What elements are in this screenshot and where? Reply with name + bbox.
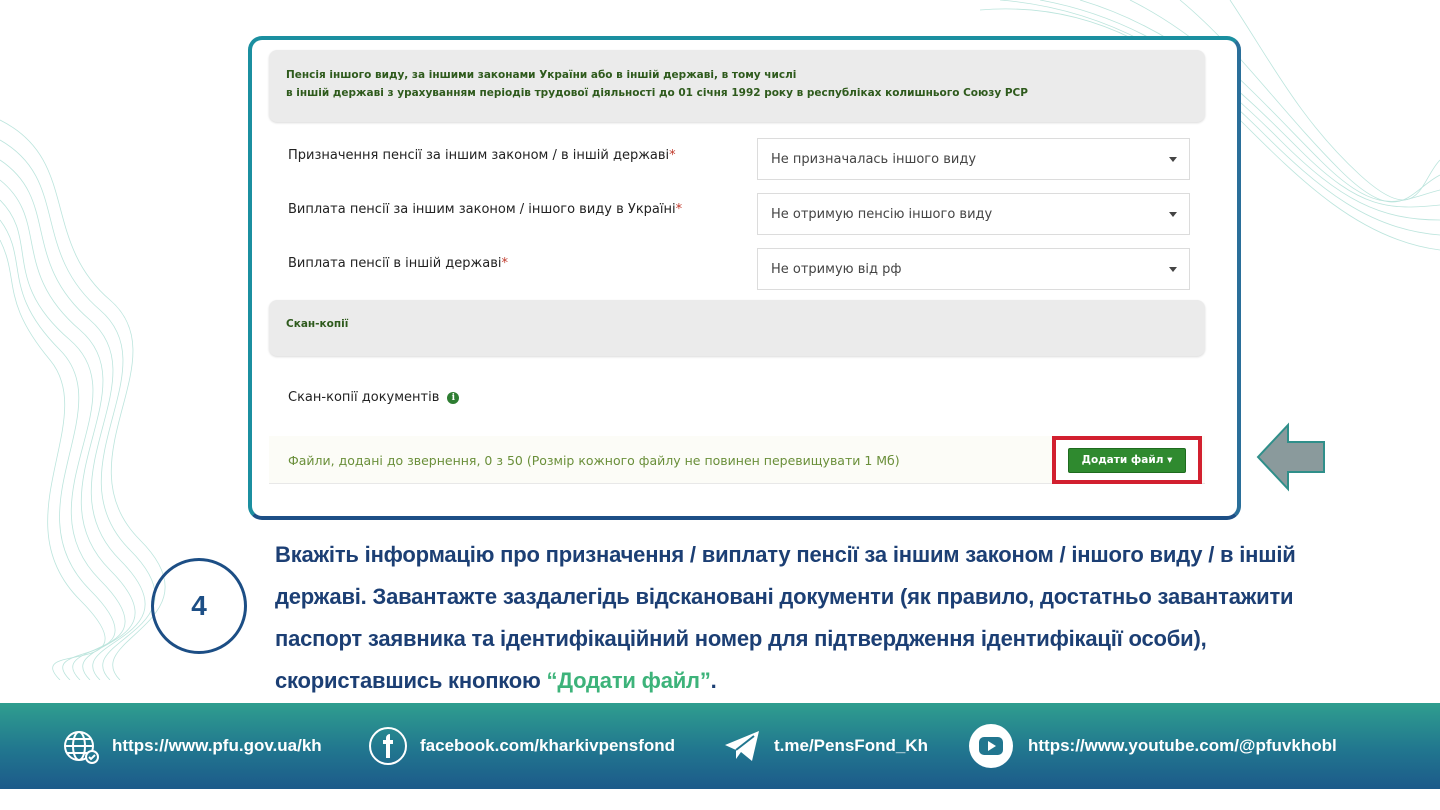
- pension-section-header: Пенсія іншого виду, за іншими законами У…: [269, 50, 1205, 122]
- footer-youtube-text: https://www.youtube.com/@pfuvkhobl: [1028, 736, 1337, 755]
- scan-docs-label: Скан-копії документів i: [288, 390, 460, 405]
- step-number: 4: [151, 558, 247, 654]
- caret-down-icon: [1169, 267, 1177, 272]
- pension-payment-ukraine-value: Не отримую пенсію іншого виду: [771, 207, 993, 222]
- pension-payment-ukraine-label: Виплата пенсії за іншим законом / іншого…: [288, 202, 682, 217]
- footer-youtube[interactable]: https://www.youtube.com/@pfuvkhobl: [966, 703, 1337, 789]
- pension-payment-abroad-value: Не отримую від рф: [771, 262, 902, 277]
- pension-section-title-line2: в іншій державі з урахуванням періодів т…: [286, 87, 1028, 99]
- pension-payment-abroad-label: Виплата пенсії в іншій державі*: [288, 256, 508, 271]
- pension-assignment-label-text: Призначення пенсії за іншим законом / в …: [288, 148, 670, 163]
- decorative-waves-left: [0, 119, 166, 680]
- pension-payment-abroad-label-text: Виплата пенсії в іншій державі: [288, 256, 502, 271]
- facebook-icon: [368, 726, 408, 766]
- footer-website[interactable]: https://www.pfu.gov.ua/kh: [62, 703, 322, 789]
- pension-payment-abroad-select[interactable]: Не отримую від рф: [757, 248, 1190, 290]
- required-marker: *: [669, 148, 676, 163]
- step-text-highlight: “Додати файл”: [546, 668, 711, 693]
- footer-telegram[interactable]: t.me/PensFond_Kh: [722, 703, 928, 789]
- footer-telegram-text: t.me/PensFond_Kh: [774, 736, 928, 755]
- bottom-strip: [0, 789, 1440, 810]
- left-arrow-icon: [1256, 422, 1325, 492]
- scan-section-header: Скан-копії: [269, 300, 1205, 356]
- pension-payment-ukraine-select[interactable]: Не отримую пенсію іншого виду: [757, 193, 1190, 235]
- files-info-text: Файли, додані до звернення, 0 з 50 (Розм…: [288, 453, 900, 468]
- step-text-main: Вкажіть інформацію про призначення / вип…: [275, 542, 1296, 693]
- step-instructions: Вкажіть інформацію про призначення / вип…: [275, 534, 1355, 702]
- add-file-button[interactable]: Додати файл ▾: [1068, 448, 1186, 473]
- required-marker: *: [501, 256, 509, 271]
- form-screenshot: Пенсія іншого виду, за іншими законами У…: [248, 36, 1241, 520]
- pension-assignment-select[interactable]: Не призначалась іншого виду: [757, 138, 1190, 180]
- add-file-highlight: Додати файл ▾: [1052, 436, 1202, 484]
- pension-payment-ukraine-label-text: Виплата пенсії за іншим законом / іншого…: [288, 202, 676, 217]
- caret-down-icon: [1169, 157, 1177, 162]
- pension-assignment-label: Призначення пенсії за іншим законом / в …: [288, 148, 676, 163]
- pension-section-title: Пенсія іншого виду, за іншими законами У…: [286, 66, 1028, 102]
- pension-assignment-value: Не призначалась іншого виду: [771, 152, 977, 167]
- telegram-icon: [722, 726, 762, 766]
- footer-website-text: https://www.pfu.gov.ua/kh: [112, 736, 322, 755]
- footer-facebook-text: facebook.com/kharkivpensfond: [420, 736, 676, 755]
- footer-facebook[interactable]: facebook.com/kharkivpensfond: [368, 703, 675, 789]
- globe-icon: [62, 727, 100, 765]
- pension-section-title-line1: Пенсія іншого виду, за іншими законами У…: [286, 69, 797, 81]
- scan-docs-label-text: Скан-копії документів: [288, 390, 440, 405]
- caret-down-icon: [1169, 212, 1177, 217]
- required-marker: *: [675, 202, 683, 217]
- footer-links-bar: https://www.pfu.gov.ua/kh facebook.com/k…: [0, 703, 1440, 789]
- youtube-icon: [966, 721, 1016, 771]
- info-icon[interactable]: i: [447, 391, 460, 404]
- step-text-end: .: [710, 668, 717, 693]
- scan-section-title: Скан-копії: [286, 318, 349, 330]
